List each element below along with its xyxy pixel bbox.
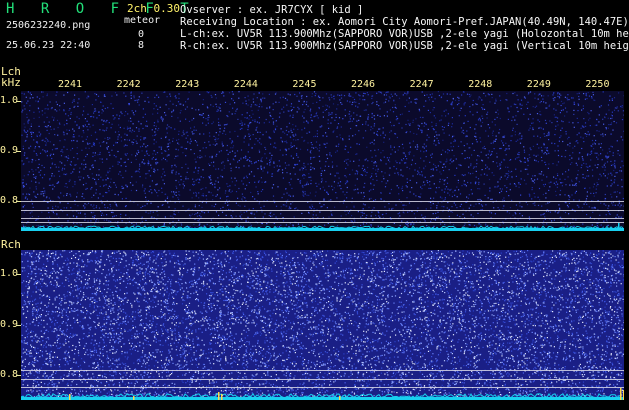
time-axis-label: 2250	[585, 79, 610, 90]
meteor-count-rch: 8	[138, 40, 145, 51]
version-label: 2ch 0.30	[127, 2, 180, 15]
meteor-count-lch: 0	[138, 29, 145, 40]
time-axis-label: 2248	[468, 79, 493, 90]
meteor-label: meteor	[124, 15, 161, 26]
observer-line: Ovserver : ex. JR7CYX [ kid ]	[180, 4, 364, 16]
rch-spectrogram	[21, 250, 624, 400]
rch-info-line: R-ch:ex. UV5R 113.900Mhz(SAPPORO VOR)USB…	[180, 40, 629, 52]
time-axis-label: 2245	[292, 79, 317, 90]
time-axis-label: 2246	[351, 79, 376, 90]
rch-noise	[21, 250, 624, 400]
time-axis-label: 2244	[233, 79, 258, 90]
lch-guide-line	[21, 210, 624, 211]
lch-info-line: L-ch:ex. UV5R 113.900Mhz(SAPPORO VOR)USB…	[180, 28, 629, 40]
time-axis-label: 2242	[116, 79, 141, 90]
lch-unit: kHz	[1, 76, 21, 89]
lch-signal-trace	[21, 223, 624, 231]
datetime-label: 25.06.23 22:40	[6, 40, 91, 51]
location-line: Receiving Location : ex. Aomori City Aom…	[180, 16, 629, 28]
rch-signal-trace	[21, 388, 624, 400]
time-axis-label: 2249	[526, 79, 551, 90]
lch-guide-line	[21, 201, 624, 202]
rch-guide-line	[21, 370, 624, 371]
rch-guide-line	[21, 379, 624, 380]
rch-label: Rch	[1, 238, 21, 251]
lch-guide-line	[21, 218, 624, 219]
time-axis-label: 2241	[58, 79, 83, 90]
time-axis-label: 2243	[175, 79, 200, 90]
filename-label: 2506232240.png	[6, 20, 91, 31]
time-axis-label: 2247	[409, 79, 434, 90]
